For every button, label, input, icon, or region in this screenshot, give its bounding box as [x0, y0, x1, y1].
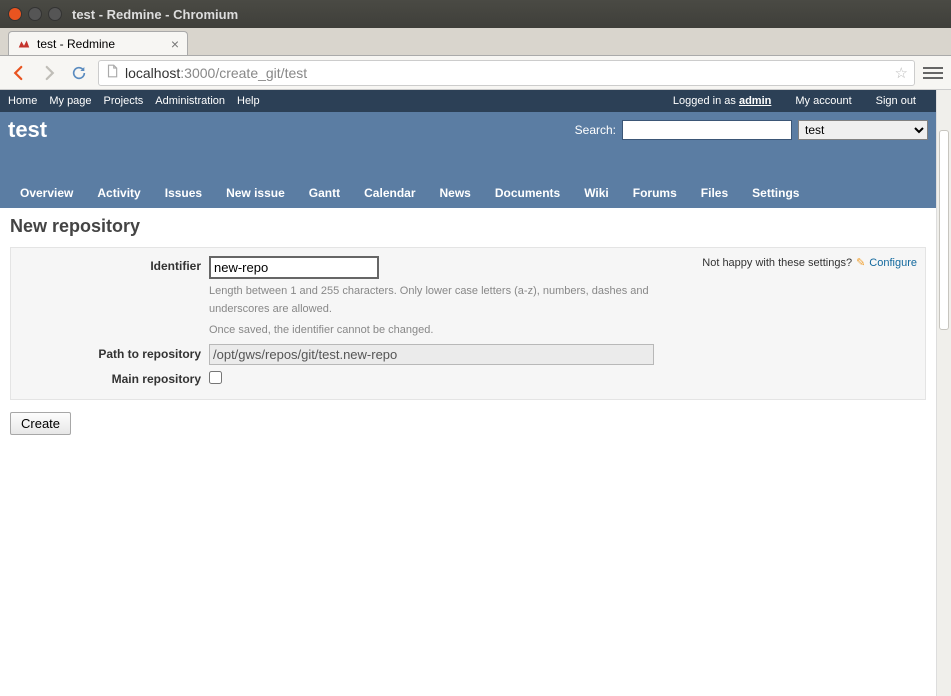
redmine-favicon — [17, 37, 31, 51]
tab-title: test - Redmine — [37, 37, 115, 51]
reload-button[interactable] — [68, 62, 90, 84]
top-menu-signout[interactable]: Sign out — [876, 95, 916, 107]
pencil-icon: ✎ — [856, 256, 865, 269]
menu-wiki[interactable]: Wiki — [572, 180, 621, 208]
forward-button[interactable] — [38, 62, 60, 84]
menu-gantt[interactable]: Gantt — [297, 180, 352, 208]
url-port: :3000 — [180, 65, 215, 81]
top-menu-myaccount[interactable]: My account — [795, 95, 851, 107]
top-menu-projects[interactable]: Projects — [104, 95, 144, 107]
menu-calendar[interactable]: Calendar — [352, 180, 427, 208]
project-jump-select[interactable]: test — [798, 120, 928, 140]
url-host: localhost — [125, 65, 180, 81]
browser-tab[interactable]: test - Redmine × — [8, 31, 188, 55]
configure-link[interactable]: Configure — [869, 257, 917, 269]
window-close-button[interactable] — [8, 7, 22, 21]
scrollbar-thumb[interactable] — [939, 130, 949, 330]
menu-settings[interactable]: Settings — [740, 180, 811, 208]
contextual-text: Not happy with these settings? — [702, 257, 852, 269]
contextual-hint: Not happy with these settings? ✎ Configu… — [702, 256, 917, 269]
menu-issues[interactable]: Issues — [153, 180, 214, 208]
field-path: Path to repository — [19, 344, 917, 365]
search-area: Search: test — [575, 120, 928, 140]
path-label: Path to repository — [19, 344, 209, 365]
top-menu-mypage[interactable]: My page — [49, 95, 91, 107]
search-label: Search: — [575, 123, 616, 137]
menu-activity[interactable]: Activity — [85, 180, 152, 208]
window-maximize-button[interactable] — [48, 7, 62, 21]
identifier-hint-2: Once saved, the identifier cannot be cha… — [209, 322, 709, 340]
main-repo-label: Main repository — [19, 369, 209, 387]
field-main-repo: Main repository — [19, 369, 917, 387]
redmine-header: test Search: test Overview Activity Issu… — [0, 112, 936, 208]
page-heading: New repository — [10, 216, 926, 237]
main-repo-checkbox[interactable] — [209, 371, 222, 384]
menu-forums[interactable]: Forums — [621, 180, 689, 208]
top-menu-help[interactable]: Help — [237, 95, 260, 107]
identifier-hint-1: Length between 1 and 255 characters. Onl… — [209, 283, 709, 318]
window-minimize-button[interactable] — [28, 7, 42, 21]
window-title: test - Redmine - Chromium — [72, 7, 238, 22]
address-bar[interactable]: localhost:3000/create_git/test ☆ — [98, 60, 915, 86]
menu-overview[interactable]: Overview — [8, 180, 85, 208]
create-button[interactable]: Create — [10, 412, 71, 435]
menu-news[interactable]: News — [428, 180, 483, 208]
logged-prefix: Logged in as — [673, 95, 739, 107]
top-menu-administration[interactable]: Administration — [155, 95, 225, 107]
identifier-label: Identifier — [19, 256, 209, 340]
main-content: New repository Not happy with these sett… — [0, 208, 936, 443]
logged-in-as: Logged in as admin — [673, 95, 783, 107]
identifier-input[interactable] — [209, 256, 379, 279]
page-icon — [105, 64, 119, 81]
top-menu-home[interactable]: Home — [8, 95, 37, 107]
browser-tab-bar: test - Redmine × — [0, 28, 951, 56]
menu-documents[interactable]: Documents — [483, 180, 572, 208]
menu-files[interactable]: Files — [689, 180, 740, 208]
browser-toolbar: localhost:3000/create_git/test ☆ — [0, 56, 951, 90]
page-content: Home My page Projects Administration Hel… — [0, 90, 936, 696]
form-box: Not happy with these settings? ✎ Configu… — [10, 247, 926, 400]
menu-newissue[interactable]: New issue — [214, 180, 297, 208]
browser-menu-button[interactable] — [923, 67, 943, 79]
bookmark-star-icon[interactable]: ☆ — [895, 64, 908, 82]
url-path: /create_git/test — [215, 65, 307, 81]
main-menu: Overview Activity Issues New issue Gantt… — [8, 180, 928, 208]
window-titlebar: test - Redmine - Chromium — [0, 0, 951, 28]
tab-close-icon[interactable]: × — [171, 37, 179, 51]
path-input[interactable] — [209, 344, 654, 365]
redmine-top-menu: Home My page Projects Administration Hel… — [0, 90, 936, 112]
window-buttons — [8, 7, 62, 21]
scrollbar-vertical[interactable] — [936, 90, 951, 696]
back-button[interactable] — [8, 62, 30, 84]
logged-user-link[interactable]: admin — [739, 95, 771, 107]
search-input[interactable] — [622, 120, 792, 140]
url-text: localhost:3000/create_git/test — [125, 65, 307, 81]
project-title: test — [8, 117, 47, 143]
